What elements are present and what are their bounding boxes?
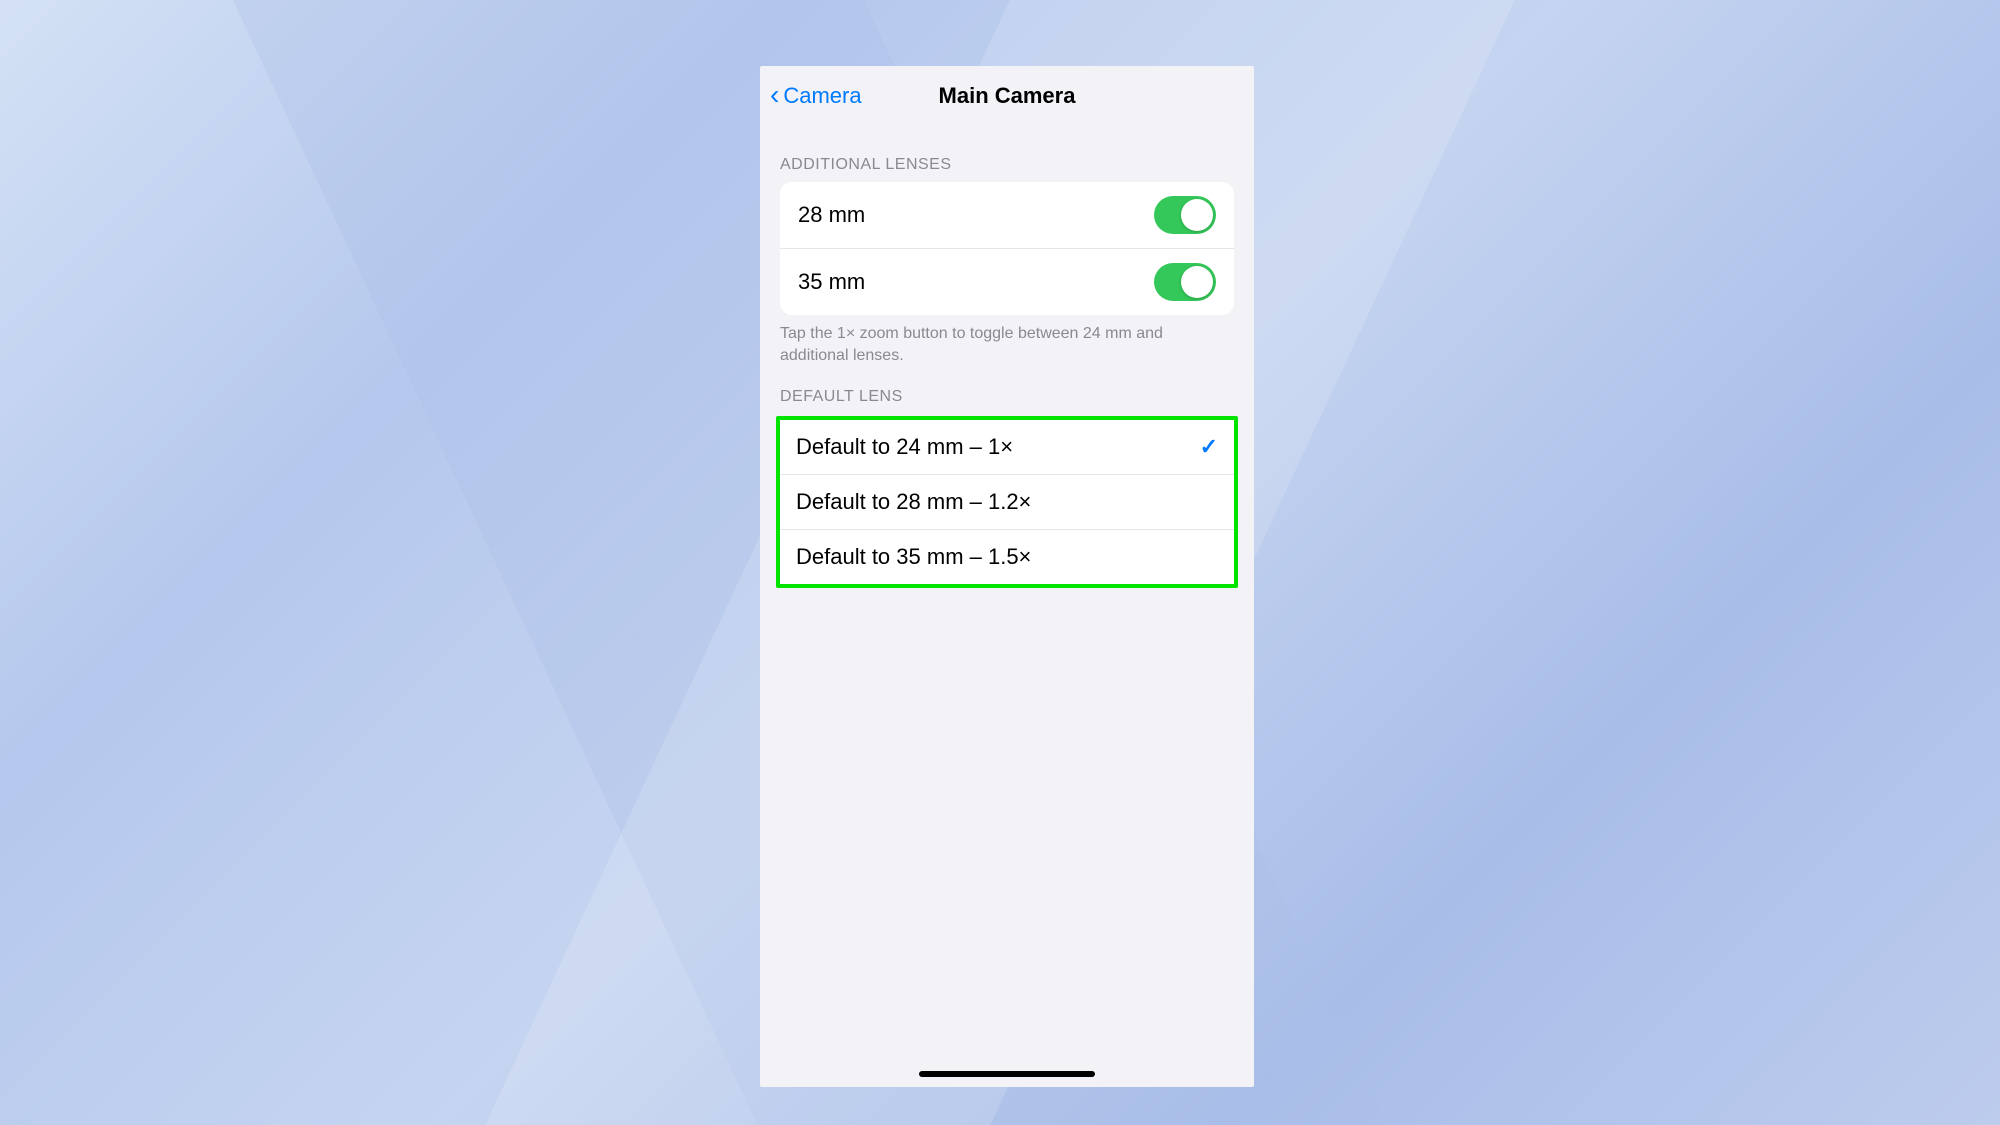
additional-lenses-group: 28 mm 35 mm: [780, 182, 1234, 315]
back-button[interactable]: ‹ Camera: [770, 82, 862, 111]
default-lens-option-35mm[interactable]: Default to 35 mm – 1.5×: [780, 529, 1234, 584]
section-header-default-lens: Default Lens: [760, 366, 1254, 414]
default-lens-option-24mm[interactable]: Default to 24 mm – 1× ✓: [780, 420, 1234, 474]
checkmark-icon: ✓: [1200, 434, 1218, 460]
option-label: Default to 24 mm – 1×: [796, 434, 1013, 460]
lens-row-28mm: 28 mm: [780, 182, 1234, 248]
lens-row-35mm: 35 mm: [780, 248, 1234, 315]
page-title: Main Camera: [939, 83, 1076, 109]
back-label: Camera: [783, 83, 861, 109]
home-indicator[interactable]: [919, 1071, 1095, 1077]
lens-label: 28 mm: [798, 202, 865, 228]
option-label: Default to 35 mm – 1.5×: [796, 544, 1031, 570]
section-footer-lenses: Tap the 1× zoom button to toggle between…: [760, 315, 1254, 366]
option-label: Default to 28 mm – 1.2×: [796, 489, 1031, 515]
default-lens-option-28mm[interactable]: Default to 28 mm – 1.2×: [780, 474, 1234, 529]
toggle-35mm[interactable]: [1154, 263, 1216, 301]
toggle-28mm[interactable]: [1154, 196, 1216, 234]
navigation-bar: ‹ Camera Main Camera: [760, 66, 1254, 126]
section-header-lenses: Additional Lenses: [760, 126, 1254, 182]
default-lens-group-highlighted: Default to 24 mm – 1× ✓ Default to 28 mm…: [776, 416, 1238, 588]
settings-screen: ‹ Camera Main Camera Additional Lenses 2…: [760, 66, 1254, 1087]
lens-label: 35 mm: [798, 269, 865, 295]
chevron-left-icon: ‹: [770, 79, 779, 111]
